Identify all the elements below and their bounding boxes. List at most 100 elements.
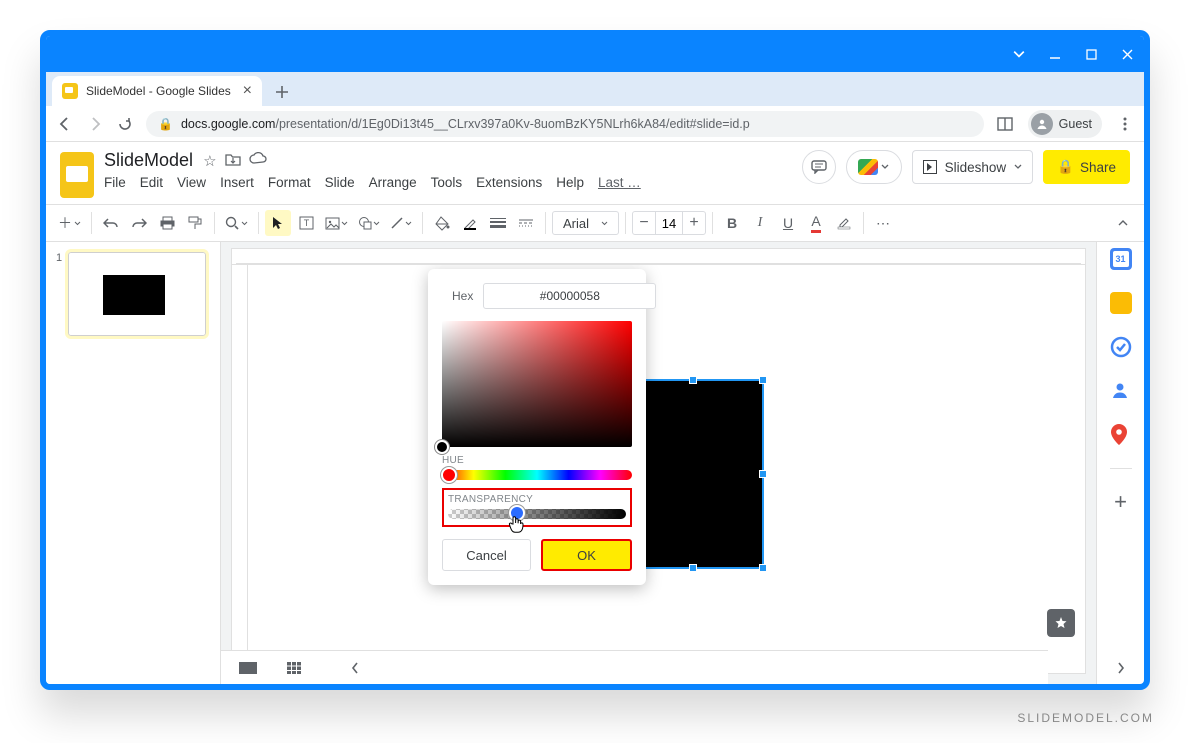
filmstrip: 1	[46, 242, 221, 684]
new-tab-button[interactable]	[268, 78, 296, 106]
font-selector[interactable]: Arial	[552, 211, 619, 235]
hex-input[interactable]	[483, 283, 656, 309]
cancel-button[interactable]: Cancel	[442, 539, 531, 571]
expand-toolbar-icon[interactable]	[1110, 210, 1136, 236]
slide-canvas[interactable]: Hex HUE TRANSPARENCY	[247, 264, 1086, 674]
text-color-icon[interactable]: A	[803, 210, 829, 236]
explore-button[interactable]	[1047, 609, 1075, 637]
bottom-bar	[221, 650, 1048, 684]
reload-icon[interactable]	[116, 115, 134, 133]
border-dash-icon[interactable]	[513, 210, 539, 236]
kebab-icon[interactable]	[1116, 115, 1134, 133]
menu-insert[interactable]: Insert	[220, 175, 254, 190]
calendar-icon[interactable]: 31	[1110, 248, 1132, 270]
select-tool-icon[interactable]	[265, 210, 291, 236]
chevron-down-icon[interactable]	[1010, 45, 1028, 63]
ok-button[interactable]: OK	[541, 539, 632, 571]
browser-window: SlideModel - Google Slides × 🔒 docs.goog…	[40, 30, 1150, 690]
menu-extensions[interactable]: Extensions	[476, 175, 542, 190]
star-icon[interactable]: ☆	[203, 152, 216, 170]
transparency-slider[interactable]	[448, 509, 626, 519]
panel-icon[interactable]	[996, 115, 1014, 133]
hue-knob[interactable]	[441, 467, 457, 483]
slide-thumbnail[interactable]	[68, 252, 206, 336]
increase-font-icon[interactable]: +	[683, 214, 705, 232]
maximize-icon[interactable]	[1082, 45, 1100, 63]
line-icon[interactable]	[386, 210, 416, 236]
omnibox[interactable]: 🔒 docs.google.com/presentation/d/1Eg0Di1…	[146, 111, 984, 137]
undo-icon[interactable]	[98, 210, 124, 236]
toolbar: ＋ T Arial − 14 + B I U A ⋯	[46, 204, 1144, 242]
highlight-icon[interactable]	[831, 210, 857, 236]
menu-bar: File Edit View Insert Format Slide Arran…	[104, 175, 792, 190]
hand-cursor-icon	[507, 515, 525, 535]
menu-format[interactable]: Format	[268, 175, 311, 190]
textbox-icon[interactable]: T	[293, 210, 319, 236]
window-titlebar	[46, 36, 1144, 72]
watermark: SLIDEMODEL.COM	[1017, 711, 1154, 725]
document-title[interactable]: SlideModel	[104, 150, 193, 171]
underline-icon[interactable]: U	[775, 210, 801, 236]
font-size-stepper[interactable]: − 14 +	[632, 211, 706, 235]
border-weight-icon[interactable]	[485, 210, 511, 236]
italic-icon[interactable]: I	[747, 210, 773, 236]
menu-view[interactable]: View	[177, 175, 206, 190]
menu-arrange[interactable]: Arrange	[369, 175, 417, 190]
filmstrip-view-icon[interactable]	[239, 662, 257, 674]
slideshow-button[interactable]: Slideshow	[912, 150, 1034, 184]
menu-help[interactable]: Help	[556, 175, 584, 190]
decrease-font-icon[interactable]: −	[633, 214, 655, 232]
close-icon[interactable]	[1118, 45, 1136, 63]
add-on-icon[interactable]: +	[1110, 491, 1132, 513]
color-picker-popup: Hex HUE TRANSPARENCY	[428, 269, 646, 585]
lock-icon: 🔒	[1057, 159, 1074, 175]
minimize-icon[interactable]	[1046, 45, 1064, 63]
font-size-value[interactable]: 14	[655, 212, 683, 234]
meet-button[interactable]	[846, 150, 902, 184]
menu-edit[interactable]: Edit	[140, 175, 163, 190]
hide-panel-icon[interactable]	[1117, 662, 1125, 674]
slides-favicon-icon	[62, 83, 78, 99]
move-folder-icon[interactable]	[225, 152, 241, 170]
collapse-filmstrip-icon[interactable]	[351, 662, 359, 674]
browser-tab[interactable]: SlideModel - Google Slides ×	[52, 76, 262, 106]
zoom-icon[interactable]	[221, 210, 252, 236]
vertical-ruler	[231, 264, 247, 674]
fill-color-icon[interactable]	[429, 210, 455, 236]
last-edit[interactable]: Last …	[598, 175, 641, 190]
saturation-value-field[interactable]	[442, 321, 632, 447]
new-slide-button[interactable]: ＋	[54, 210, 85, 236]
hue-slider[interactable]	[442, 470, 632, 480]
more-icon[interactable]: ⋯	[870, 210, 896, 236]
contacts-icon[interactable]	[1110, 380, 1132, 402]
menu-slide[interactable]: Slide	[325, 175, 355, 190]
play-icon	[923, 160, 937, 174]
url-text: docs.google.com/presentation/d/1Eg0Di13t…	[181, 117, 750, 131]
shape-icon[interactable]	[354, 210, 384, 236]
bold-icon[interactable]: B	[719, 210, 745, 236]
cloud-icon[interactable]	[249, 152, 267, 170]
redo-icon[interactable]	[126, 210, 152, 236]
profile-chip[interactable]: Guest	[1028, 110, 1102, 138]
grid-view-icon[interactable]	[287, 662, 301, 674]
tasks-icon[interactable]	[1110, 336, 1132, 358]
border-color-icon[interactable]	[457, 210, 483, 236]
menu-tools[interactable]: Tools	[431, 175, 463, 190]
share-button[interactable]: 🔒 Share	[1043, 150, 1130, 184]
sv-knob[interactable]	[435, 440, 449, 454]
tab-close-icon[interactable]: ×	[243, 83, 252, 99]
transparency-label: TRANSPARENCY	[448, 494, 626, 505]
paint-format-icon[interactable]	[182, 210, 208, 236]
slides-logo-icon[interactable]	[60, 152, 94, 198]
keep-icon[interactable]	[1110, 292, 1132, 314]
app-header: SlideModel ☆ File Edit View Insert Forma…	[46, 142, 1144, 198]
back-icon[interactable]	[56, 115, 74, 133]
comments-icon[interactable]	[802, 150, 836, 184]
forward-icon[interactable]	[86, 115, 104, 133]
menu-file[interactable]: File	[104, 175, 126, 190]
hex-label: Hex	[452, 289, 473, 303]
maps-icon[interactable]	[1110, 424, 1132, 446]
image-icon[interactable]	[321, 210, 352, 236]
print-icon[interactable]	[154, 210, 180, 236]
slide-number: 1	[56, 252, 62, 336]
